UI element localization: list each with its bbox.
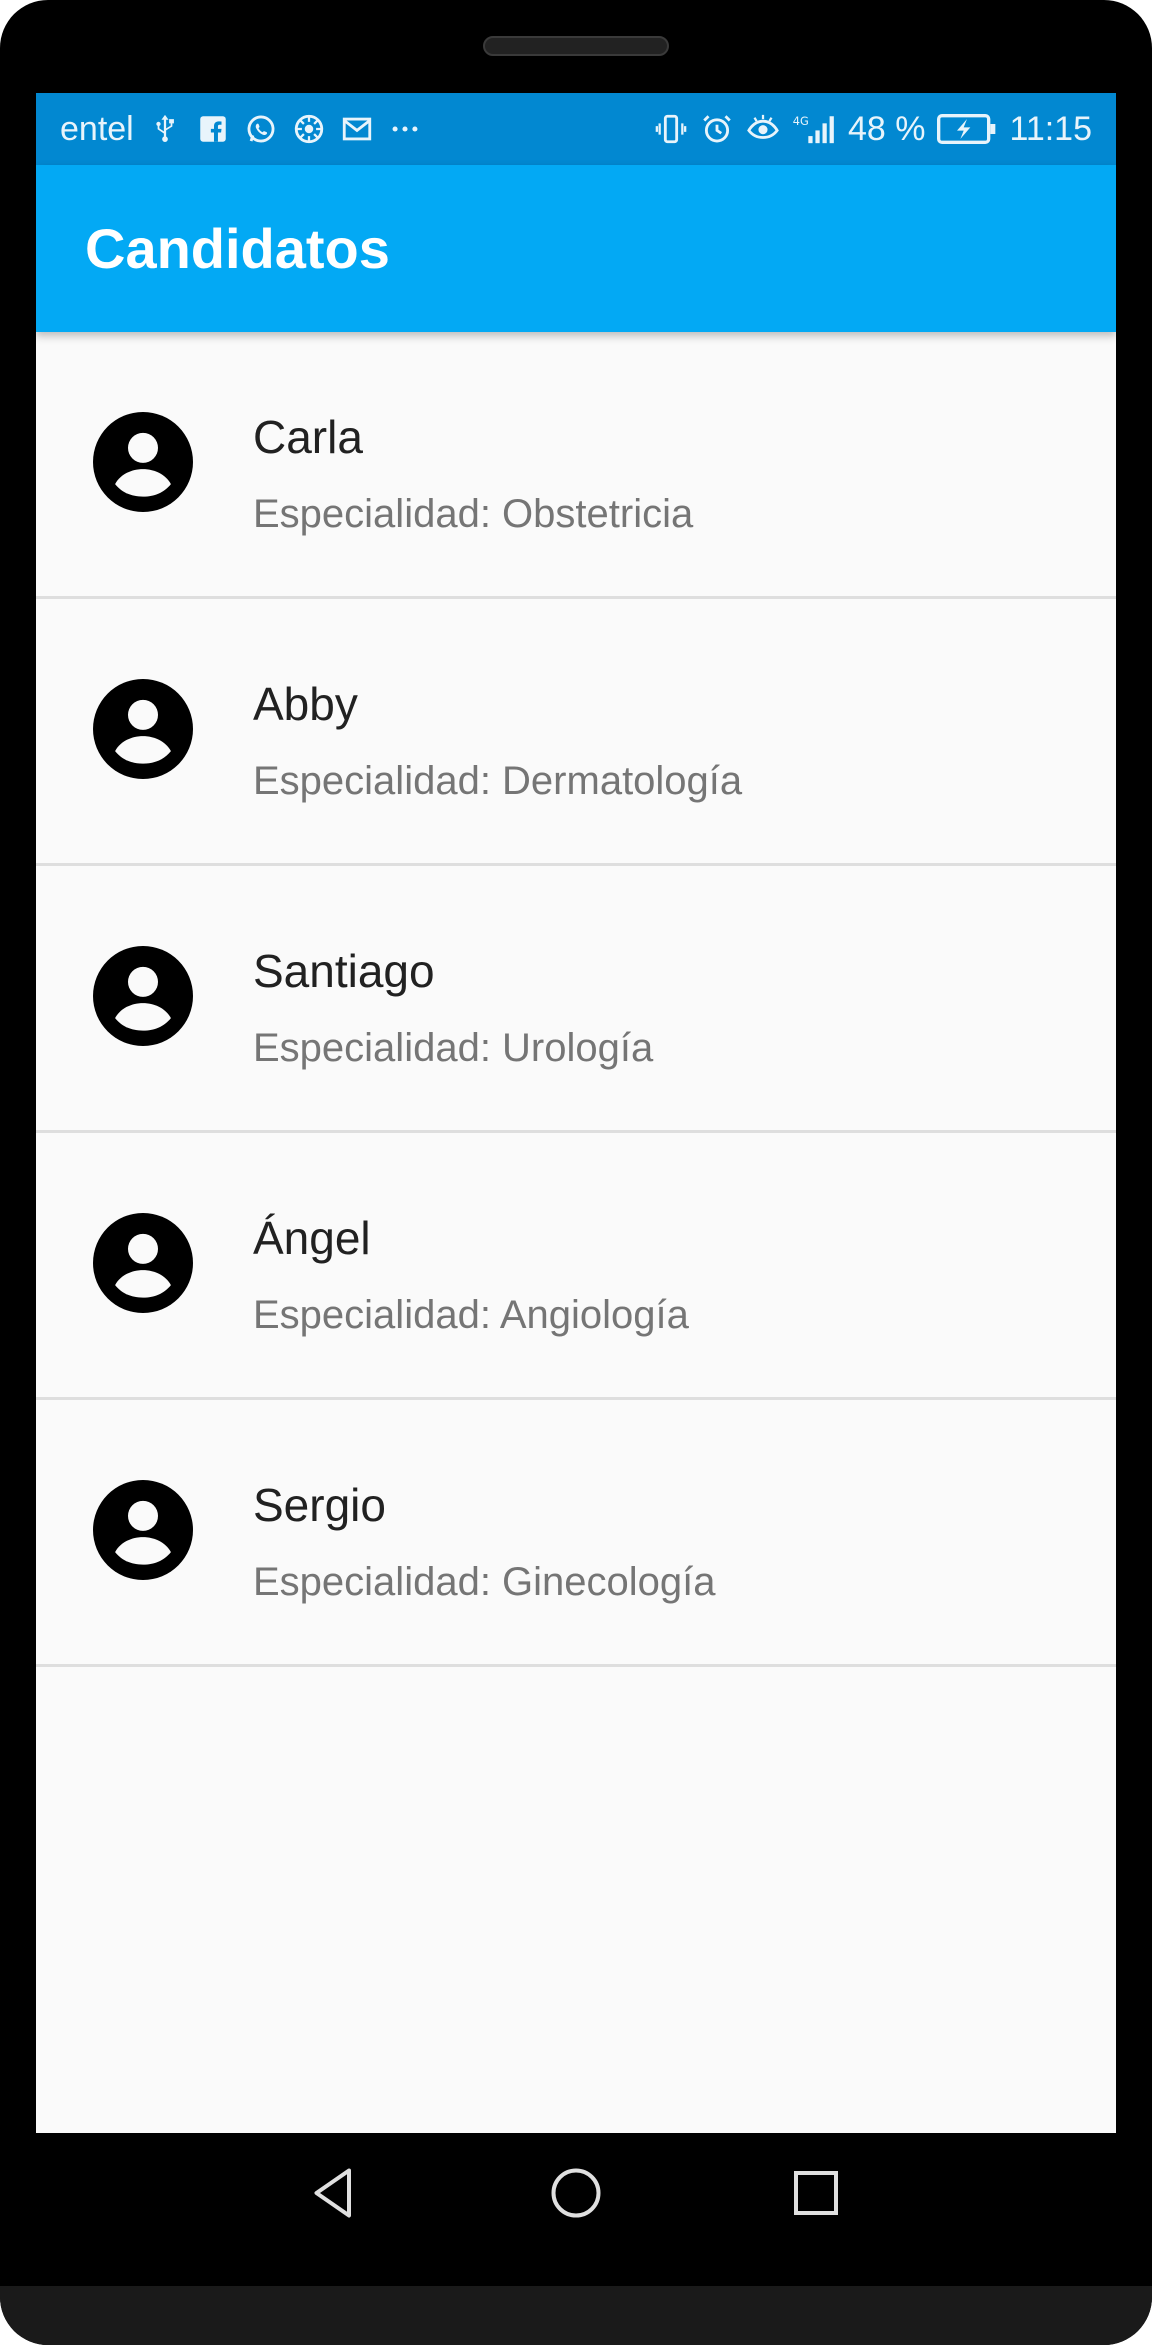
- candidate-name: Ángel: [253, 1212, 371, 1264]
- app-bar: Candidatos: [36, 165, 1116, 332]
- account-circle-icon: [93, 946, 193, 1046]
- battery-icon: [937, 112, 997, 146]
- earpiece-speaker: [483, 36, 669, 56]
- gmail-icon: [340, 112, 374, 146]
- candidate-name: Carla: [253, 411, 363, 463]
- home-icon: [551, 2168, 601, 2218]
- list-item[interactable]: Ángel Especialidad: Angiología: [36, 1133, 1116, 1400]
- status-left: entel: [60, 93, 422, 165]
- candidate-specialty: Especialidad: Dermatología: [253, 759, 743, 803]
- account-circle-icon: [93, 679, 193, 779]
- account-circle-icon: [93, 1213, 193, 1313]
- account-circle-icon: [93, 412, 193, 512]
- phone-frame: entel 4G 48 % 11:15 Candidatos Carla Esp…: [0, 0, 1152, 2345]
- candidate-specialty: Especialidad: Obstetricia: [253, 492, 694, 536]
- network-type: 4G: [793, 114, 809, 128]
- navigation-bar: [36, 2133, 1116, 2253]
- candidate-name: Abby: [253, 678, 358, 730]
- clock: 11:15: [1009, 109, 1092, 148]
- eye-comfort-icon: [746, 112, 780, 146]
- list-item[interactable]: Carla Especialidad: Obstetricia: [36, 332, 1116, 599]
- home-button[interactable]: [540, 2157, 612, 2229]
- status-right: 4G 48 % 11:15: [654, 93, 1092, 165]
- more-icon: [388, 112, 422, 146]
- page-title: Candidatos: [85, 217, 390, 280]
- battery-percent: 48 %: [847, 109, 926, 148]
- carrier-label: entel: [60, 109, 134, 148]
- settings-icon: [292, 112, 326, 146]
- list-item[interactable]: Santiago Especialidad: Urología: [36, 866, 1116, 1133]
- candidate-name: Sergio: [253, 1479, 386, 1531]
- candidate-specialty: Especialidad: Urología: [253, 1026, 654, 1070]
- signal-icon: 4G: [792, 112, 836, 146]
- account-circle-icon: [93, 1480, 193, 1580]
- list-item[interactable]: Sergio Especialidad: Ginecología: [36, 1400, 1116, 1667]
- status-bar: entel 4G 48 % 11:15: [36, 93, 1116, 165]
- recents-icon: [794, 2171, 838, 2215]
- candidates-list: Carla Especialidad: Obstetricia Abby Esp…: [36, 332, 1116, 1667]
- back-icon: [314, 2168, 351, 2218]
- facebook-icon: [196, 112, 230, 146]
- candidate-specialty: Especialidad: Angiología: [253, 1293, 689, 1337]
- whatsapp-icon: [244, 112, 278, 146]
- recents-button[interactable]: [780, 2157, 852, 2229]
- list-item[interactable]: Abby Especialidad: Dermatología: [36, 599, 1116, 866]
- screen: entel 4G 48 % 11:15 Candidatos Carla Esp…: [36, 93, 1116, 2133]
- usb-icon: [148, 112, 182, 146]
- candidate-name: Santiago: [253, 945, 435, 997]
- phone-bottom-bezel: [0, 2286, 1152, 2345]
- alarm-icon: [700, 112, 734, 146]
- vibrate-icon: [654, 112, 688, 146]
- candidate-specialty: Especialidad: Ginecología: [253, 1560, 716, 1604]
- back-button[interactable]: [298, 2157, 370, 2229]
